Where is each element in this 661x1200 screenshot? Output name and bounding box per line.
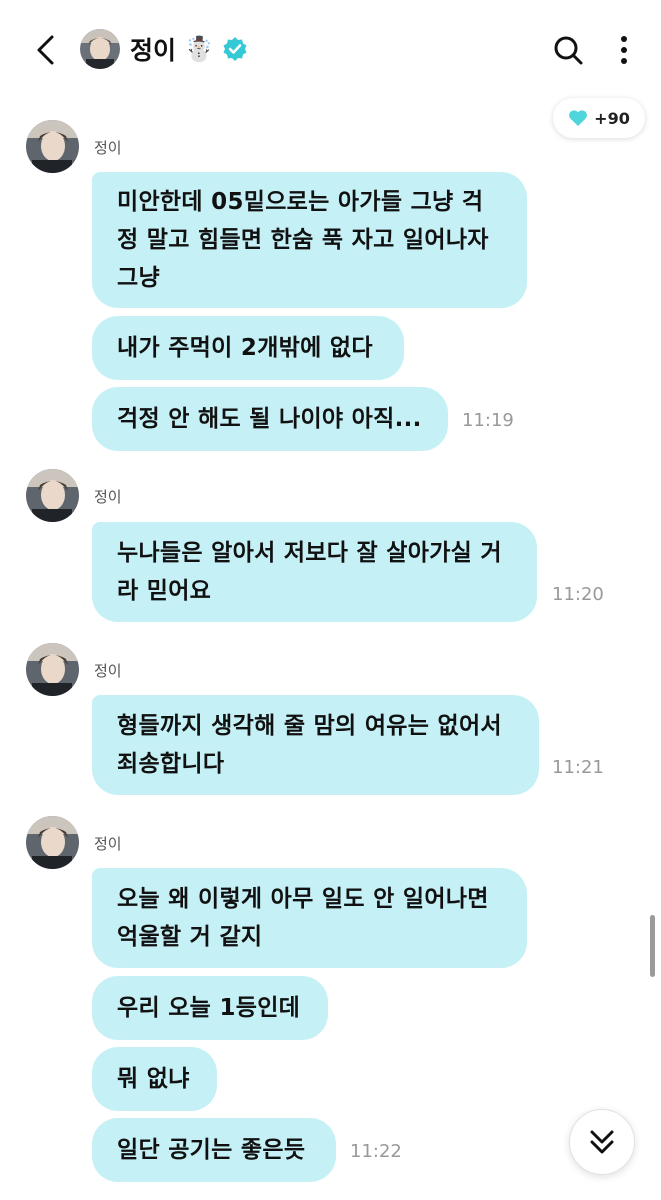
message-bubble[interactable]: 누나들은 알아서 저보다 잘 살아가실 거라 믿어요: [92, 522, 537, 622]
message-time: 11:19: [462, 410, 514, 431]
back-button[interactable]: [22, 26, 70, 74]
message-text: 형들까지 생각해 줄 맘의 여유는 없어서 죄송합니다: [117, 713, 502, 777]
message-text: 오늘 왜 이렇게 아무 일도 안 일어나면 억울할 거 같지: [117, 886, 489, 950]
message-bubble[interactable]: 형들까지 생각해 줄 맘의 여유는 없어서 죄송합니다: [92, 695, 539, 795]
sender-avatar[interactable]: [26, 643, 79, 696]
message-bubble[interactable]: 미안한데 05밑으로는 아가들 그냥 걱정 말고 힘들면 한숨 푹 자고 일어나…: [92, 172, 527, 308]
header-title[interactable]: 정이 ☃️: [130, 29, 248, 69]
scrollbar-thumb[interactable]: [650, 915, 655, 977]
sender-name: 정이: [94, 139, 122, 157]
sender-name: 정이: [94, 662, 122, 680]
message-bubble[interactable]: 걱정 안 해도 될 나이야 아직...: [92, 387, 448, 451]
message-time: 11:21: [552, 757, 604, 778]
message-bubble[interactable]: 일단 공기는 좋은듯: [92, 1118, 336, 1182]
message-bubble[interactable]: 뭐 없냐: [92, 1047, 217, 1111]
message-text: 뭐 없냐: [117, 1066, 190, 1092]
more-vertical-icon: [621, 36, 627, 64]
sender-avatar[interactable]: [26, 120, 79, 173]
search-button[interactable]: [548, 30, 588, 70]
message-text: 걱정 안 해도 될 나이야 아직...: [117, 406, 422, 432]
message-bubble[interactable]: 내가 주먹이 2개밖에 없다: [92, 316, 404, 380]
chat-header: 정이 ☃️: [0, 0, 661, 100]
back-arrow-icon: [37, 35, 54, 65]
heart-icon: [569, 110, 588, 126]
sender-name: 정이: [94, 488, 122, 506]
snowman-emoji: ☃️: [184, 35, 214, 63]
header-avatar[interactable]: [80, 29, 120, 69]
more-options-button[interactable]: [608, 30, 640, 70]
message-bubble[interactable]: 오늘 왜 이렇게 아무 일도 안 일어나면 억울할 거 같지: [92, 868, 527, 968]
message-text: 누나들은 알아서 저보다 잘 살아가실 거라 믿어요: [117, 540, 502, 604]
sender-name: 정이: [94, 835, 122, 853]
message-bubble[interactable]: 우리 오늘 1등인데: [92, 976, 328, 1040]
message-time: 11:20: [552, 584, 604, 605]
heart-count-badge[interactable]: +90: [553, 98, 645, 138]
double-chevron-down-icon: [590, 1130, 614, 1154]
heart-count: +90: [594, 108, 630, 128]
message-text: 미안한데 05밑으로는 아가들 그냥 걱정 말고 힘들면 한숨 푹 자고 일어나…: [117, 189, 489, 291]
sender-avatar[interactable]: [26, 469, 79, 522]
chat-name: 정이: [130, 36, 177, 65]
search-icon: [554, 36, 583, 65]
message-text: 우리 오늘 1등인데: [117, 995, 301, 1021]
message-text: 내가 주먹이 2개밖에 없다: [117, 335, 373, 361]
sender-avatar[interactable]: [26, 816, 79, 869]
verified-badge-icon: [222, 36, 248, 62]
message-text: 일단 공기는 좋은듯: [117, 1137, 306, 1163]
message-time: 11:22: [350, 1141, 402, 1162]
scroll-to-bottom-button[interactable]: [569, 1109, 635, 1175]
